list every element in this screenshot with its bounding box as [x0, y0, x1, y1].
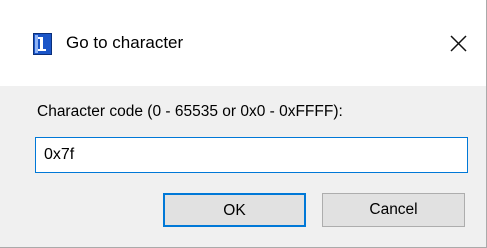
dialog-body: Character code (0 - 65535 or 0x0 - 0xFFF…	[0, 86, 486, 247]
ok-button[interactable]: OK	[163, 193, 306, 227]
go-to-character-dialog: Go to character Character code (0 - 6553…	[0, 0, 487, 248]
title-bar[interactable]: Go to character	[0, 0, 486, 86]
close-icon	[450, 35, 467, 52]
close-button[interactable]	[430, 20, 486, 66]
character-code-input[interactable]	[35, 137, 468, 173]
character-code-label: Character code (0 - 65535 or 0x0 - 0xFFF…	[37, 103, 343, 120]
cancel-button[interactable]: Cancel	[322, 193, 465, 227]
dialog-title: Go to character	[66, 33, 184, 52]
ok-button-label: OK	[223, 202, 246, 219]
cancel-button-label: Cancel	[369, 201, 418, 218]
character-map-icon	[33, 33, 52, 55]
character-map-icon-glyph	[34, 34, 51, 54]
character-glyph-shape	[38, 37, 46, 51]
